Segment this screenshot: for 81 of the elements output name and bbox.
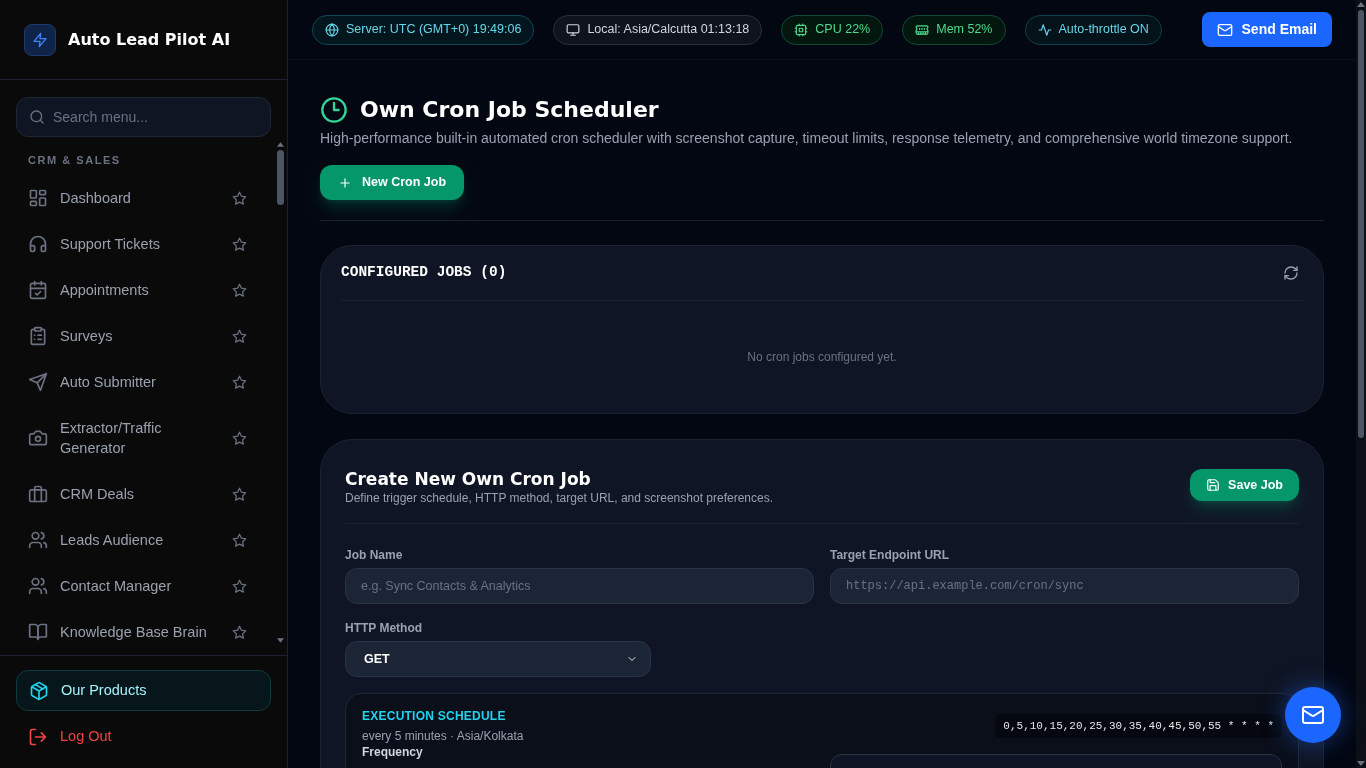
book-icon: [28, 622, 48, 642]
save-job-button[interactable]: Save Job: [1190, 469, 1299, 501]
logout-icon: [28, 727, 48, 747]
refresh-icon[interactable]: [1283, 265, 1299, 281]
field-label: Job Name: [345, 547, 404, 563]
section-heading: CRM & SALES: [27, 153, 122, 168]
scroll-down-arrow-icon[interactable]: [1357, 761, 1365, 766]
new-cron-job-button[interactable]: New Cron Job: [320, 165, 465, 200]
nav-item[interactable]: Contact Manager: [16, 563, 259, 609]
globe-icon: [325, 22, 339, 37]
panel-title: CONFIGURED JOBS (0): [341, 263, 507, 283]
page-description: High-performance built-in automated cron scheduler with screenshot capture, timeout limits, response telemetry, and comprehensive world timezone support.: [320, 129, 1294, 148]
calendar-check-icon: [28, 280, 48, 300]
star-icon[interactable]: [232, 486, 247, 502]
empty-message: No cron jobs configured yet.: [747, 349, 897, 366]
scroll-down-arrow-icon[interactable]: [277, 638, 284, 643]
monitor-icon: [566, 22, 581, 37]
scrollbar-track[interactable]: [1356, 0, 1366, 768]
http-method-select[interactable]: GET: [345, 641, 651, 677]
nav-item[interactable]: CRM Deals: [16, 471, 259, 517]
nav-item[interactable]: Extractor/Traffic Generator: [16, 405, 259, 471]
status-label: Server: UTC (GMT+0) 19:49:06: [346, 21, 522, 39]
nav-item[interactable]: Appointments: [16, 267, 259, 313]
cron-expression: 0,5,10,15,20,25,30,35,40,45,50,55 * * * *: [995, 714, 1282, 738]
star-icon[interactable]: [232, 236, 247, 252]
status-label: Local: Asia/Calcutta 01:13:18: [587, 21, 750, 39]
scroll-up-arrow-icon[interactable]: [1357, 2, 1365, 7]
send-email-button[interactable]: Send Email: [1201, 12, 1332, 47]
mail-icon: [1216, 21, 1233, 38]
pulse-icon: [1037, 22, 1052, 37]
status-label: CPU 22%: [815, 21, 871, 39]
camera-icon: [28, 428, 48, 448]
field-label: Target Endpoint URL: [830, 547, 951, 563]
nav-item[interactable]: Leads Audience: [16, 517, 259, 563]
nav-item[interactable]: Surveys: [16, 313, 259, 359]
text-input[interactable]: e.g. Sync Contacts & Analytics: [345, 568, 814, 604]
dashboard-grid-icon: [28, 188, 48, 208]
search-field[interactable]: Search menu...: [16, 97, 271, 137]
search-icon: [29, 109, 45, 125]
nav-item[interactable]: Auto Submitter: [16, 359, 259, 405]
scrollbar-thumb[interactable]: [277, 150, 284, 205]
star-icon[interactable]: [232, 578, 247, 594]
page-title: Own Cron Job Scheduler: [360, 96, 659, 124]
field-label: HTTP Method: [345, 620, 424, 636]
status-label: Mem 52%: [936, 21, 993, 39]
form-title: Create New Own Cron Job: [345, 468, 592, 490]
star-icon[interactable]: [232, 190, 247, 206]
star-icon[interactable]: [232, 430, 247, 446]
field-label: Frequency: [362, 744, 424, 761]
nav-item[interactable]: Dashboard: [16, 175, 259, 221]
star-icon[interactable]: [232, 328, 247, 344]
mail-button[interactable]: [1285, 687, 1341, 743]
scroll-up-arrow-icon[interactable]: [277, 142, 284, 147]
mail-icon: [1301, 703, 1325, 727]
schedule-summary: every 5 minutes · Asia/Kolkata: [362, 728, 524, 744]
star-icon[interactable]: [232, 374, 247, 390]
app-title: Auto Lead Pilot AI: [68, 28, 231, 51]
section-title: EXECUTION SCHEDULE: [362, 708, 507, 724]
status-label: Auto-throttle ON: [1058, 21, 1149, 39]
users-icon: [28, 576, 48, 596]
lightning-logo-icon: [24, 23, 56, 56]
briefcase-icon: [28, 484, 48, 504]
star-icon[interactable]: [232, 532, 247, 548]
users-icon: [28, 530, 48, 550]
url-input[interactable]: https://api.example.com/cron/sync: [830, 568, 1299, 604]
paper-plane-icon: [28, 372, 48, 392]
products-button[interactable]: Our Products: [16, 670, 271, 711]
headset-icon: [28, 234, 48, 254]
clipboard-list-icon: [28, 326, 48, 346]
plus-icon: [338, 175, 352, 190]
logout-link[interactable]: Log Out: [16, 717, 271, 757]
form-subtitle: Define trigger schedule, HTTP method, target URL, and screenshot preferences.: [345, 490, 773, 506]
cpu-chip-icon: [794, 22, 809, 37]
nav-item[interactable]: Knowledge Base Brain: [16, 609, 259, 655]
star-icon[interactable]: [232, 624, 247, 640]
package-icon: [29, 680, 49, 701]
nav-item[interactable]: Support Tickets: [16, 221, 259, 267]
scrollbar-thumb[interactable]: [1358, 10, 1364, 438]
memory-stick-icon: [915, 22, 930, 37]
clock-icon: [320, 96, 348, 124]
star-icon[interactable]: [232, 282, 247, 298]
